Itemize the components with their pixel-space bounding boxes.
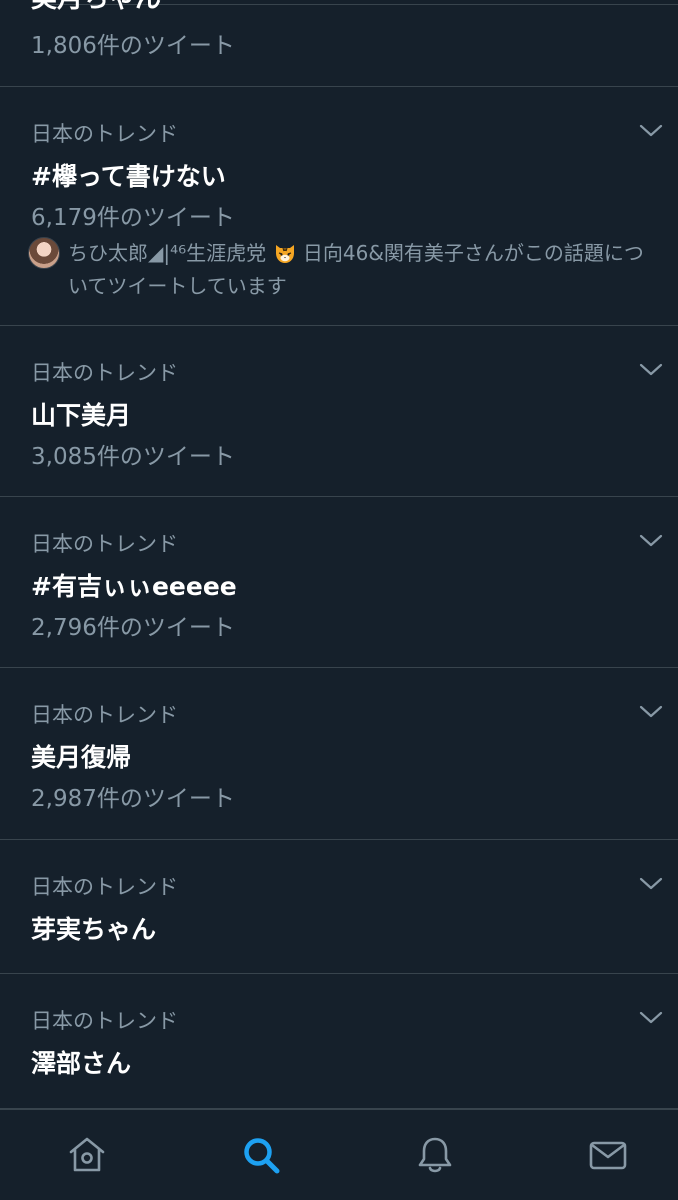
trend-item-partial[interactable]: 美月ちゃん 1,806件のツイート [0, 0, 678, 87]
bell-icon [418, 1137, 452, 1173]
trend-name: #欅って書けない [31, 162, 226, 191]
chevron-down-icon[interactable] [638, 1004, 664, 1030]
trend-name: 美月復帰 [31, 743, 132, 772]
chevron-down-icon[interactable] [638, 527, 664, 553]
trend-context: 日本のトレンド [31, 875, 178, 899]
trend-item[interactable]: 日本のトレンド #欅って書けない 6,179件のツイート ちひ太郎◢|⁴⁶生涯虎… [0, 87, 678, 326]
trend-item[interactable]: 日本のトレンド 澤部さん [0, 974, 678, 1109]
trend-tweet-count: 6,179件のツイート [31, 205, 235, 231]
tab-messages[interactable] [588, 1135, 628, 1175]
trend-tweet-count: 2,796件のツイート [31, 615, 235, 641]
trend-tweet-count: 3,085件のツイート [31, 444, 235, 470]
chevron-down-icon[interactable] [638, 870, 664, 896]
chevron-down-icon[interactable] [638, 698, 664, 724]
trend-name: 美月ちゃん [31, 0, 161, 15]
search-icon [244, 1138, 280, 1174]
trend-name: #有吉ぃぃeeeee [31, 572, 237, 601]
chevron-down-icon[interactable] [638, 117, 664, 143]
trend-context: 日本のトレンド [31, 532, 178, 556]
trend-item[interactable]: 日本のトレンド 芽実ちゃん [0, 840, 678, 974]
tab-home[interactable] [67, 1135, 107, 1175]
mail-icon [589, 1141, 627, 1170]
home-icon [69, 1137, 105, 1172]
explore-screen: 美月ちゃん 1,806件のツイート 日本のトレンド #欅って書けない 6,179… [0, 0, 678, 1200]
trend-item[interactable]: 日本のトレンド 山下美月 3,085件のツイート [0, 326, 678, 497]
tweeted-by-names: ちひ太郎◢|⁴⁶生涯虎党 [68, 241, 267, 265]
tab-search[interactable] [241, 1135, 281, 1175]
avatar [28, 237, 60, 269]
trend-context: 日本のトレンド [31, 361, 178, 385]
trend-tweet-count: 1,806件のツイート [31, 33, 235, 59]
trend-tweeted-by-text: ちひ太郎◢|⁴⁶生涯虎党 日向46&関有美子さんがこの話題についてツイートしてい… [68, 237, 658, 303]
trend-context: 日本のトレンド [31, 703, 178, 727]
bottom-tab-bar [0, 1109, 678, 1200]
trend-context: 日本のトレンド [31, 1009, 178, 1033]
tiger-emoji-icon [275, 245, 294, 263]
trend-item[interactable]: 日本のトレンド 美月復帰 2,987件のツイート [0, 668, 678, 840]
trend-tweet-count: 2,987件のツイート [31, 786, 235, 812]
trend-item[interactable]: 日本のトレンド #有吉ぃぃeeeee 2,796件のツイート [0, 497, 678, 668]
trend-name: 芽実ちゃん [31, 915, 157, 944]
trend-name: 澤部さん [31, 1049, 132, 1078]
tab-notifications[interactable] [415, 1135, 455, 1175]
trend-name: 山下美月 [31, 401, 132, 430]
trend-context: 日本のトレンド [31, 122, 178, 146]
chevron-down-icon[interactable] [638, 356, 664, 382]
